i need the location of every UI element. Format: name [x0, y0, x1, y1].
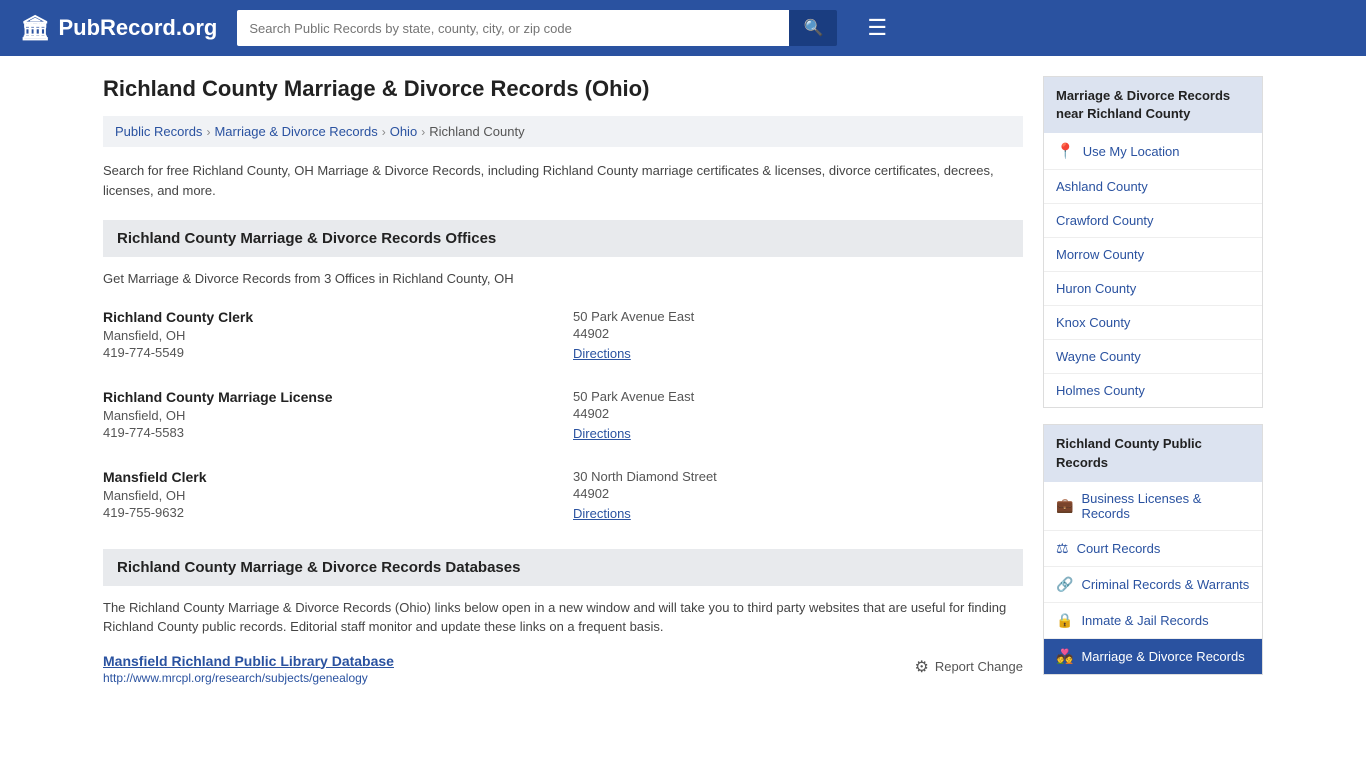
- public-records-box: Richland County Public Records 💼 Busines…: [1043, 424, 1263, 674]
- record-type-icon: ⚖: [1056, 540, 1069, 557]
- breadcrumb-sep-1: ›: [206, 125, 210, 139]
- office-city: Mansfield, OH: [103, 488, 553, 503]
- site-logo[interactable]: 🏛 PubRecord.org: [20, 14, 217, 43]
- use-location-label: Use My Location: [1083, 144, 1180, 159]
- location-icon: 📍: [1056, 142, 1075, 160]
- office-address: 30 North Diamond Street: [573, 469, 1023, 484]
- record-type-icon: 🔗: [1056, 576, 1073, 593]
- breadcrumb-marriage-records[interactable]: Marriage & Divorce Records: [214, 124, 377, 139]
- sidebar-nearby-county[interactable]: Knox County: [1044, 306, 1262, 340]
- logo-icon: 🏛: [20, 14, 50, 43]
- site-header: 🏛 PubRecord.org 🔍 ☰: [0, 0, 1366, 56]
- office-address: 50 Park Avenue East: [573, 389, 1023, 404]
- sidebar-public-record-item[interactable]: 🔗 Criminal Records & Warrants: [1044, 567, 1262, 603]
- sidebar-public-record-item[interactable]: 💼 Business Licenses & Records: [1044, 482, 1262, 531]
- databases-section-header: Richland County Marriage & Divorce Recor…: [103, 549, 1023, 586]
- hamburger-icon: ☰: [867, 15, 887, 40]
- page-description: Search for free Richland County, OH Marr…: [103, 161, 1023, 200]
- public-records-list: 💼 Business Licenses & Records ⚖ Court Re…: [1044, 482, 1262, 674]
- sidebar-nearby-county[interactable]: Wayne County: [1044, 340, 1262, 374]
- report-change-button[interactable]: ⚙ Report Change: [914, 657, 1023, 677]
- nearby-header: Marriage & Divorce Records near Richland…: [1044, 77, 1262, 133]
- record-type-label: Marriage & Divorce Records: [1081, 649, 1244, 664]
- offices-section-header: Richland County Marriage & Divorce Recor…: [103, 220, 1023, 257]
- record-type-label: Business Licenses & Records: [1081, 491, 1250, 521]
- office-name: Mansfield Clerk: [103, 469, 553, 485]
- sidebar-nearby-county[interactable]: Huron County: [1044, 272, 1262, 306]
- search-icon: 🔍: [803, 20, 823, 37]
- office-phone: 419-774-5583: [103, 425, 553, 440]
- office-name: Richland County Clerk: [103, 309, 553, 325]
- databases-description: The Richland County Marriage & Divorce R…: [103, 598, 1023, 637]
- record-type-label: Court Records: [1077, 541, 1161, 556]
- office-phone: 419-755-9632: [103, 505, 553, 520]
- office-zip: 44902: [573, 486, 1023, 501]
- breadcrumb: Public Records › Marriage & Divorce Reco…: [103, 116, 1023, 147]
- report-icon: ⚙: [914, 657, 928, 677]
- directions-link[interactable]: Directions: [573, 426, 631, 441]
- breadcrumb-sep-2: ›: [382, 125, 386, 139]
- sidebar-nearby-county[interactable]: Crawford County: [1044, 204, 1262, 238]
- logo-text: PubRecord.org: [58, 15, 217, 41]
- menu-button[interactable]: ☰: [867, 15, 887, 41]
- nearby-box: Marriage & Divorce Records near Richland…: [1043, 76, 1263, 408]
- directions-link[interactable]: Directions: [573, 346, 631, 361]
- office-zip: 44902: [573, 326, 1023, 341]
- database-entry: Mansfield Richland Public Library Databa…: [103, 653, 1023, 685]
- office-zip: 44902: [573, 406, 1023, 421]
- record-type-icon: 💼: [1056, 497, 1073, 514]
- search-input[interactable]: [237, 10, 789, 46]
- sidebar-public-record-item[interactable]: ⚖ Court Records: [1044, 531, 1262, 567]
- office-city: Mansfield, OH: [103, 408, 553, 423]
- sidebar-nearby-county[interactable]: Holmes County: [1044, 374, 1262, 407]
- nearby-counties-list: Ashland CountyCrawford CountyMorrow Coun…: [1044, 170, 1262, 407]
- record-type-label: Inmate & Jail Records: [1081, 613, 1208, 628]
- search-button[interactable]: 🔍: [789, 10, 837, 46]
- breadcrumb-sep-3: ›: [421, 125, 425, 139]
- record-type-label: Criminal Records & Warrants: [1081, 577, 1249, 592]
- breadcrumb-public-records[interactable]: Public Records: [115, 124, 202, 139]
- offices-subtext: Get Marriage & Divorce Records from 3 Of…: [103, 269, 1023, 289]
- sidebar: Marriage & Divorce Records near Richland…: [1043, 76, 1263, 693]
- public-records-header: Richland County Public Records: [1044, 425, 1262, 481]
- offices-list: Richland County Clerk Mansfield, OH 419-…: [103, 309, 1023, 527]
- sidebar-nearby-county[interactable]: Ashland County: [1044, 170, 1262, 204]
- office-address: 50 Park Avenue East: [573, 309, 1023, 324]
- office-city: Mansfield, OH: [103, 328, 553, 343]
- office-phone: 419-774-5549: [103, 345, 553, 360]
- page-title: Richland County Marriage & Divorce Recor…: [103, 76, 1023, 102]
- databases-list: Mansfield Richland Public Library Databa…: [103, 653, 1023, 685]
- use-my-location[interactable]: 📍 Use My Location: [1044, 133, 1262, 170]
- breadcrumb-ohio[interactable]: Ohio: [390, 124, 417, 139]
- database-url: http://www.mrcpl.org/research/subjects/g…: [103, 671, 368, 685]
- sidebar-public-record-item[interactable]: 🔒 Inmate & Jail Records: [1044, 603, 1262, 639]
- breadcrumb-current: Richland County: [429, 124, 524, 139]
- office-entry: Richland County Clerk Mansfield, OH 419-…: [103, 309, 1023, 367]
- main-content: Richland County Marriage & Divorce Recor…: [103, 76, 1023, 693]
- record-type-icon: 🔒: [1056, 612, 1073, 629]
- office-name: Richland County Marriage License: [103, 389, 553, 405]
- sidebar-nearby-county[interactable]: Morrow County: [1044, 238, 1262, 272]
- database-link[interactable]: Mansfield Richland Public Library Databa…: [103, 653, 394, 669]
- office-entry: Richland County Marriage License Mansfie…: [103, 389, 1023, 447]
- sidebar-public-record-item[interactable]: 💑 Marriage & Divorce Records: [1044, 639, 1262, 674]
- record-type-icon: 💑: [1056, 648, 1073, 665]
- search-form: 🔍: [237, 10, 837, 46]
- directions-link[interactable]: Directions: [573, 506, 631, 521]
- office-entry: Mansfield Clerk Mansfield, OH 419-755-96…: [103, 469, 1023, 527]
